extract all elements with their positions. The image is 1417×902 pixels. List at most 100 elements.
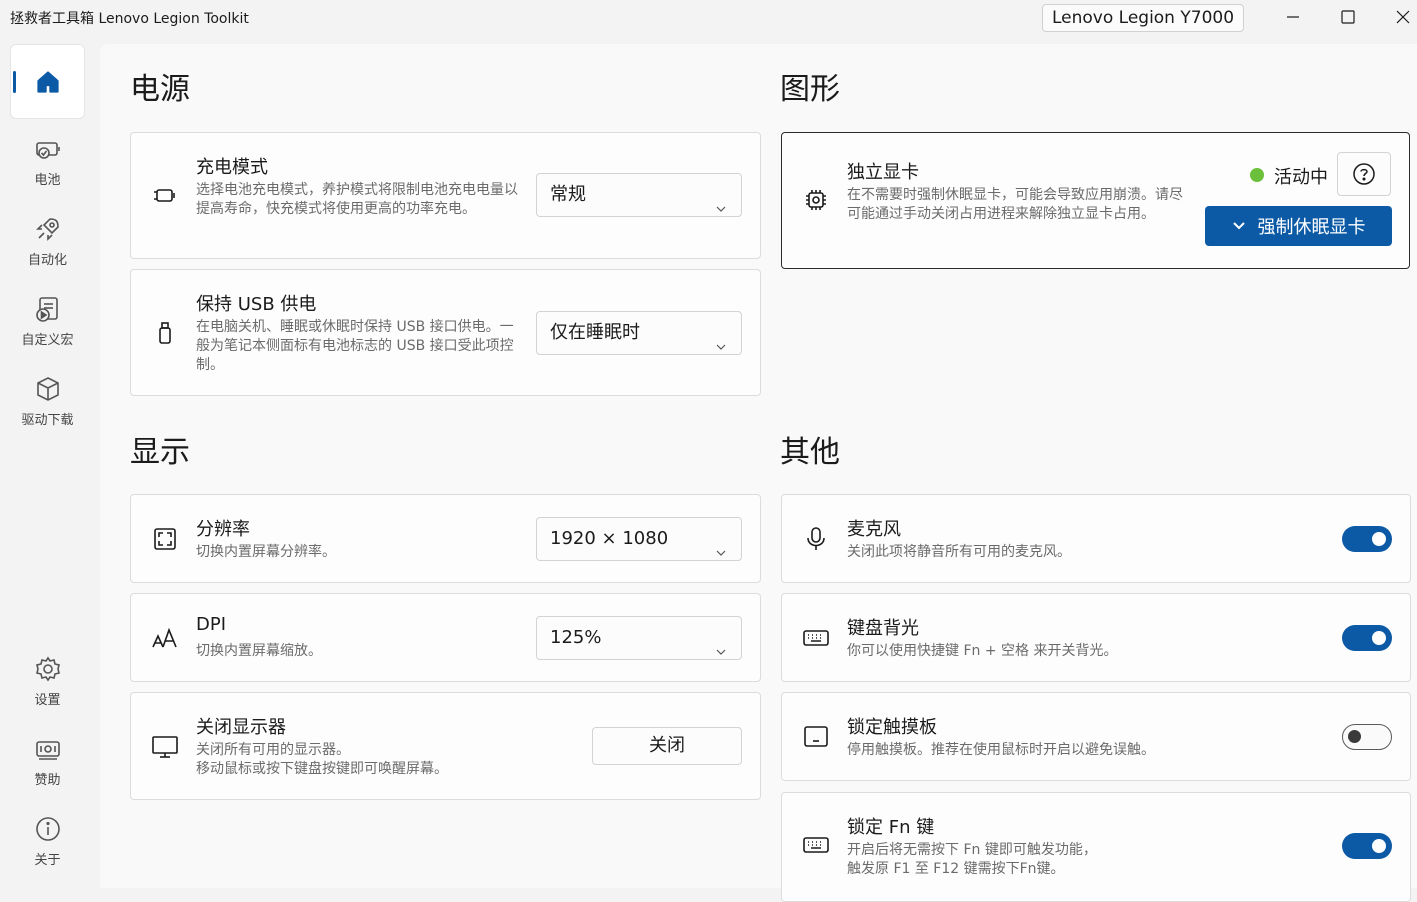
- home-icon: [36, 70, 59, 93]
- chip-icon: [802, 186, 830, 214]
- card-description: 在电脑关机、睡眠或休眠时保持 USB 接口供电。一般为笔记本侧面标有电池标志的 …: [196, 319, 514, 373]
- sidebar-item-donate[interactable]: 赞助: [10, 724, 85, 799]
- card-title: 锁定触摸板: [847, 717, 937, 738]
- touchpad-lock-card: 锁定触摸板 停用触摸板。推荐在使用鼠标时开启以避免误触。: [781, 692, 1411, 781]
- info-icon: [35, 817, 60, 841]
- question-icon: [1353, 163, 1375, 185]
- monitor-icon: [151, 733, 179, 761]
- sidebar-item-label: 赞助: [34, 773, 61, 788]
- card-description: 选择电池充电模式，养护模式将限制电池充电电量以提高寿命，快充模式将使用更高的功率…: [196, 182, 518, 217]
- select-value: 常规: [550, 184, 586, 205]
- sidebar-item-label: 自定义宏: [21, 333, 74, 348]
- microphone-card: 麦克风 关闭此项将静音所有可用的麦克风。: [781, 494, 1411, 583]
- package-icon: [36, 377, 59, 401]
- charge-mode-card: 充电模式 选择电池充电模式，养护模式将限制电池充电电量以提高寿命，快充模式将使用…: [130, 132, 761, 259]
- card-title: 麦克风: [847, 519, 901, 540]
- minimize-button[interactable]: [1270, 0, 1316, 34]
- microphone-toggle[interactable]: [1342, 526, 1392, 552]
- minimize-icon: [1287, 16, 1299, 18]
- gpu-status-text: 活动中: [1274, 167, 1328, 188]
- charging-icon: [151, 181, 179, 209]
- chevron-down-icon: [715, 632, 727, 674]
- card-description: 开启后将无需按下 Fn 键即可触发功能， 触发原 F1 至 F12 键需按下Fn…: [847, 842, 1097, 877]
- touchpad-icon: [802, 723, 830, 751]
- sidebar-item-battery[interactable]: 电池: [10, 124, 85, 199]
- battery-icon: [35, 142, 60, 159]
- help-button[interactable]: [1337, 152, 1391, 196]
- sidebar: 电池 自动化 自定义宏 驱动下载 设置 赞助 关于: [0, 40, 100, 888]
- card-title: 保持 USB 供电: [196, 294, 317, 315]
- microphone-icon: [802, 525, 830, 553]
- section-title-display: 显示: [130, 435, 190, 470]
- sidebar-item-settings[interactable]: 设置: [10, 644, 85, 719]
- toggle-knob: [1348, 730, 1361, 743]
- title-bar: 拯救者工具箱 Lenovo Legion Toolkit Lenovo Legi…: [0, 0, 1417, 40]
- keyboard-backlight-card: 键盘背光 你可以使用快捷键 Fn + 空格 来开关背光。: [781, 593, 1411, 682]
- card-description: 在不需要时强制休眠显卡，可能会导致应用崩溃。请尽可能通过手动关闭占用进程来解除独…: [847, 187, 1183, 222]
- select-value: 1920 × 1080: [550, 528, 669, 549]
- usb-power-select[interactable]: 仅在睡眠时: [536, 311, 742, 355]
- card-title: 独立显卡: [847, 162, 919, 183]
- fn-lock-toggle[interactable]: [1342, 833, 1392, 859]
- chevron-down-icon: [1232, 222, 1245, 230]
- sidebar-item-label: 关于: [34, 853, 61, 868]
- close-button[interactable]: [1380, 0, 1417, 34]
- sidebar-item-about[interactable]: 关于: [10, 804, 85, 879]
- sidebar-item-drivers[interactable]: 驱动下载: [10, 364, 85, 439]
- device-model-badge: Lenovo Legion Y7000: [1042, 4, 1244, 32]
- sidebar-item-label: 电池: [34, 173, 61, 188]
- automation-icon: [35, 218, 59, 241]
- touchpad-lock-toggle[interactable]: [1342, 724, 1392, 750]
- charge-mode-select[interactable]: 常规: [536, 173, 742, 217]
- dpi-select[interactable]: 125%: [536, 616, 742, 660]
- dpi-card: DPI 切换内置屏幕缩放。 125%: [130, 593, 761, 682]
- sidebar-item-home[interactable]: [10, 44, 85, 119]
- card-title: 充电模式: [196, 157, 268, 178]
- button-label: 强制休眠显卡: [1257, 217, 1366, 238]
- resolution-select[interactable]: 1920 × 1080: [536, 517, 742, 561]
- card-title: 分辨率: [196, 519, 250, 540]
- card-title: 键盘背光: [847, 618, 919, 639]
- app-title: 拯救者工具箱 Lenovo Legion Toolkit: [10, 11, 249, 27]
- keyboard-icon: [802, 624, 830, 652]
- turn-off-display-card: 关闭显示器 关闭所有可用的显示器。 移动鼠标或按下键盘按键即可唤醒屏幕。 关闭: [130, 692, 761, 800]
- card-title: DPI: [196, 614, 227, 635]
- chevron-down-icon: [715, 189, 727, 231]
- card-title: 锁定 Fn 键: [847, 817, 935, 838]
- card-title: 关闭显示器: [196, 717, 286, 738]
- chevron-down-icon: [715, 327, 727, 369]
- sidebar-item-label: 设置: [34, 693, 61, 708]
- maximize-icon: [1341, 10, 1355, 24]
- usb-icon: [151, 319, 179, 347]
- gear-icon: [35, 656, 60, 682]
- toggle-knob: [1372, 839, 1386, 853]
- sidebar-item-automation[interactable]: 自动化: [10, 204, 85, 279]
- close-icon: [1396, 10, 1410, 24]
- toggle-knob: [1372, 532, 1386, 546]
- card-description: 切换内置屏幕分辨率。: [196, 544, 336, 560]
- text-size-icon: [151, 624, 179, 652]
- maximize-button[interactable]: [1325, 0, 1371, 34]
- toggle-knob: [1372, 631, 1386, 645]
- section-title-graphics: 图形: [780, 72, 840, 107]
- select-value: 仅在睡眠时: [550, 322, 640, 343]
- sidebar-item-macro[interactable]: 自定义宏: [10, 284, 85, 359]
- main-content: 电源 图形 显示 其他 充电模式 选择电池充电模式，养护模式将限制电池充电电量以…: [100, 44, 1417, 902]
- dgpu-card: 独立显卡 在不需要时强制休眠显卡，可能会导致应用崩溃。请尽可能通过手动关闭占用进…: [781, 132, 1410, 269]
- money-icon: [35, 741, 60, 760]
- chevron-down-icon: [715, 533, 727, 575]
- keyboard-backlight-toggle[interactable]: [1342, 625, 1392, 651]
- resolution-card: 分辨率 切换内置屏幕分辨率。 1920 × 1080: [130, 494, 761, 583]
- card-description: 切换内置屏幕缩放。: [196, 643, 322, 659]
- active-indicator: [13, 71, 16, 93]
- status-active-dot: [1250, 168, 1264, 182]
- card-description: 停用触摸板。推荐在使用鼠标时开启以避免误触。: [847, 742, 1155, 758]
- force-sleep-gpu-button[interactable]: 强制休眠显卡: [1205, 206, 1392, 246]
- select-value: 125%: [550, 627, 602, 648]
- card-description: 关闭所有可用的显示器。 移动鼠标或按下键盘按键即可唤醒屏幕。: [196, 742, 448, 777]
- usb-power-card: 保持 USB 供电 在电脑关机、睡眠或休眠时保持 USB 接口供电。一般为笔记本…: [130, 269, 761, 396]
- fn-lock-card: 锁定 Fn 键 开启后将无需按下 Fn 键即可触发功能， 触发原 F1 至 F1…: [781, 792, 1411, 902]
- macro-icon: [35, 297, 58, 322]
- section-title-power: 电源: [130, 72, 190, 107]
- turn-off-display-button[interactable]: 关闭: [592, 727, 742, 765]
